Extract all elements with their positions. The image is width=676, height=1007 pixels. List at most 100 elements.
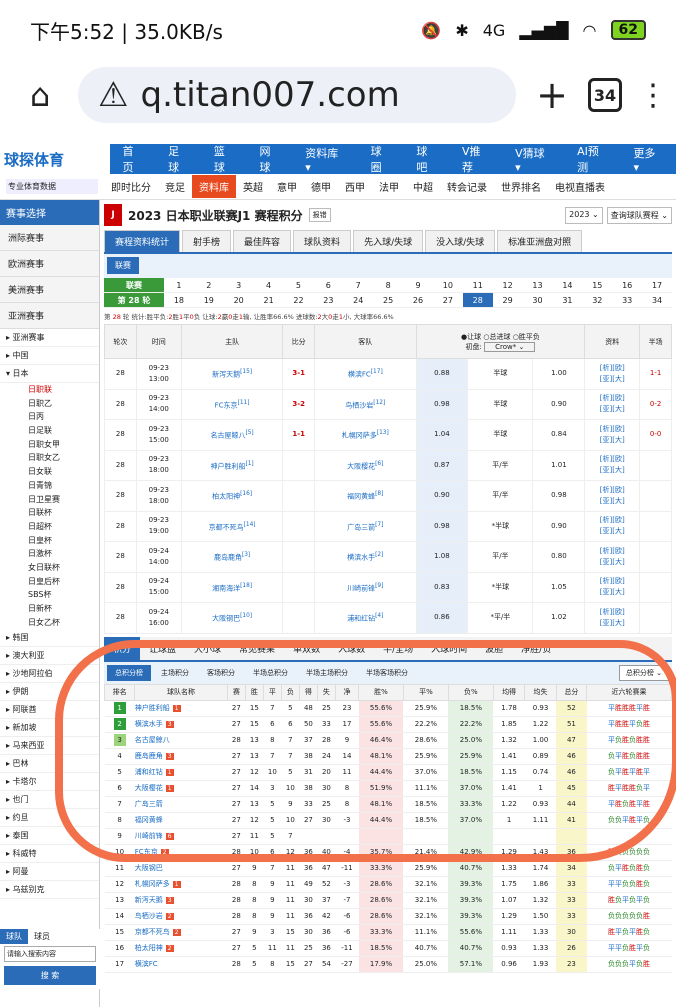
round-button[interactable]: 30 [522, 293, 553, 308]
sidebar-category[interactable]: 亚洲赛事 [0, 303, 99, 329]
round-button[interactable]: 5 [283, 278, 314, 293]
analysis-links[interactable]: [析][欧] [亚][大] [584, 358, 641, 390]
score-cell[interactable] [282, 510, 316, 542]
stats-tab[interactable]: 没入球/失球 [425, 230, 496, 252]
team-name[interactable]: 大阪钢巴 [135, 864, 163, 872]
links-b[interactable]: [亚][大] [585, 557, 639, 568]
nav-item[interactable]: 更多 ▾ [621, 145, 676, 174]
sidebar-country[interactable]: ▸ 科威特 [0, 845, 99, 864]
away-team[interactable]: 广岛三箭 [347, 523, 375, 531]
away-team-cell[interactable]: 札幌冈萨多[13] [314, 419, 417, 451]
round-button[interactable]: 2 [193, 278, 224, 293]
sidebar-league[interactable]: SBS杯 [0, 588, 99, 602]
team-name[interactable]: FC东京 [135, 848, 158, 856]
team-name-cell[interactable]: 大阪钢巴 [134, 860, 228, 877]
sidebar-country[interactable]: ▸ 卡塔尔 [0, 773, 99, 792]
team-name-cell[interactable]: 札幌冈萨多 1 [134, 876, 228, 893]
analysis-links[interactable]: [析][欧] [亚][大] [584, 449, 641, 481]
away-team[interactable]: 浦和红钻 [347, 614, 375, 622]
round-button[interactable]: 24 [343, 293, 374, 308]
nav-item[interactable]: 网球 [248, 143, 294, 175]
nav-item[interactable]: 球圈 [359, 143, 405, 175]
sidebar-league[interactable]: 日职女甲 [0, 438, 99, 452]
round-button[interactable]: 6 [313, 278, 344, 293]
more-menu-icon[interactable]: ⋮ [638, 78, 668, 113]
standings-tab[interactable]: 半场客场积分 [358, 665, 416, 681]
standings-tab[interactable]: 半场总积分 [245, 665, 296, 681]
sidebar-league[interactable]: 日新杯 [0, 602, 99, 616]
away-team[interactable]: 横滨水手 [347, 553, 375, 561]
data-tab[interactable]: 半/全场 [374, 637, 422, 660]
round-button[interactable]: 10 [432, 278, 463, 293]
stats-tab[interactable]: 球队资料 [293, 230, 352, 252]
stats-tab[interactable]: 先入球/失球 [353, 230, 424, 252]
away-team-cell[interactable]: 浦和红钻[4] [314, 602, 417, 634]
league-subtab[interactable]: 联赛 [107, 257, 139, 274]
sidebar-country[interactable]: ▸ 泰国 [0, 827, 99, 846]
data-tab[interactable]: 积分 [104, 636, 141, 660]
links-b[interactable]: [亚][大] [585, 404, 639, 415]
bookmaker-select[interactable]: Crow* ⌄ [484, 341, 536, 352]
links-a[interactable]: [析][欧] [585, 454, 639, 465]
analysis-links[interactable]: [析][欧] [亚][大] [584, 510, 641, 542]
team-name[interactable]: 横滨FC [135, 960, 158, 968]
sidebar-league[interactable]: 日职乙 [0, 397, 99, 411]
round-button[interactable]: 26 [403, 293, 433, 308]
home-team-cell[interactable]: 湘南海洋[18] [180, 571, 284, 603]
team-name-cell[interactable]: 广岛三箭 [134, 796, 228, 813]
analysis-links[interactable]: [析][欧] [亚][大] [584, 571, 641, 603]
away-team-cell[interactable]: 横滨水手[2] [314, 541, 417, 573]
away-team-cell[interactable]: 鸟栖沙岩[12] [314, 388, 417, 420]
team-name-cell[interactable]: 大阪樱花 1 [134, 780, 228, 797]
new-tab-icon[interactable]: + [532, 73, 572, 117]
sidebar-country[interactable]: ▸ 亚洲赛事 [0, 329, 99, 347]
home-team-cell[interactable]: 京都不死鸟[14] [180, 510, 284, 542]
report-error-button[interactable]: 报错 [308, 208, 331, 222]
sidebar-league[interactable]: 日丙 [0, 410, 99, 424]
score-cell[interactable] [282, 602, 316, 634]
nav-item[interactable]: 资料库 ▾ [293, 145, 358, 174]
team-name[interactable]: 横滨水手 [135, 720, 163, 728]
standings-tab[interactable]: 客场积分 [199, 665, 243, 681]
search-tab-team[interactable]: 球队 [0, 929, 28, 944]
sidebar-league[interactable]: 日激杯 [0, 547, 99, 561]
round-button[interactable]: 31 [552, 293, 583, 308]
sidebar-country[interactable]: ▸ 乌兹别克 [0, 881, 99, 900]
team-name-cell[interactable]: 名古屋鲸八 [134, 732, 228, 749]
team-name-cell[interactable]: FC东京 2 [134, 844, 228, 861]
sidebar-category[interactable]: 洲际赛事 [0, 225, 99, 251]
team-name-cell[interactable]: 神户胜利船 1 [134, 700, 228, 717]
round-button[interactable]: 22 [283, 293, 314, 308]
subnav-item[interactable]: 世界排名 [494, 179, 548, 194]
sidebar-country[interactable]: ▸ 韩国 [0, 629, 99, 648]
sidebar-category[interactable]: 欧洲赛事 [0, 251, 99, 277]
home-team[interactable]: 新泻天鹅 [212, 370, 240, 378]
away-team[interactable]: 札幌冈萨多 [342, 431, 377, 439]
round-button[interactable]: 15 [582, 278, 613, 293]
team-name[interactable]: 京都不死鸟 [135, 928, 170, 936]
sidebar-country[interactable]: ▸ 巴林 [0, 755, 99, 774]
search-button[interactable]: 搜 索 [4, 966, 96, 985]
links-a[interactable]: [析][欧] [585, 393, 639, 404]
home-team[interactable]: FC东京 [215, 401, 238, 409]
data-tab[interactable]: 入球时间 [422, 637, 476, 660]
round-button[interactable]: 1 [164, 278, 194, 293]
home-team-cell[interactable]: 新泻天鹅[15] [180, 358, 284, 390]
home-team-cell[interactable]: 神户胜利船[1] [180, 449, 284, 481]
nav-item[interactable]: 篮球 [202, 143, 248, 175]
subnav-item[interactable]: 中超 [406, 179, 440, 194]
sidebar-country[interactable]: ▸ 约旦 [0, 809, 99, 828]
round-button[interactable]: 27 [432, 293, 463, 308]
links-a[interactable]: [析][欧] [585, 515, 639, 526]
data-tab[interactable]: 净胜/负 [512, 637, 560, 660]
standings-tab[interactable]: 主场积分 [153, 665, 197, 681]
links-b[interactable]: [亚][大] [585, 374, 639, 385]
home-team[interactable]: 鹿岛鹿角 [214, 553, 242, 561]
team-name[interactable]: 鸟栖沙岩 [135, 912, 163, 920]
subnav-item[interactable]: 竞足 [158, 179, 192, 194]
sidebar-country[interactable]: ▸ 马来西亚 [0, 737, 99, 756]
data-tab[interactable]: 单双数 [284, 637, 329, 660]
score-cell[interactable]: 3-2 [282, 388, 316, 420]
subnav-item[interactable]: 即时比分 [104, 179, 158, 194]
handicap-option[interactable]: ●让球 [461, 333, 481, 341]
